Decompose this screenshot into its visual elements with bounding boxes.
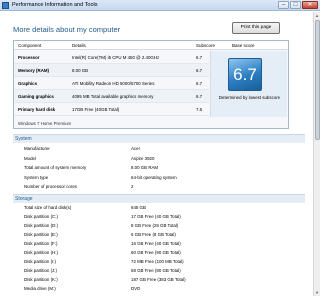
windows-edition: Windows 7 Home Premium	[18, 121, 72, 126]
base-score-caption: Determined by lowest subscore	[218, 95, 281, 100]
score-row-graphics: Graphics ATI Mobility Radeon HD 5000/570…	[14, 77, 209, 90]
system-value: Aspire 3920	[131, 156, 155, 161]
storage-label: Total size of hard disk(s)	[24, 205, 72, 210]
score-table: Component Details Subscore Base score Pr…	[13, 40, 289, 129]
system-value: 64-bit operating system	[131, 175, 177, 180]
score-row-gaming-graphics: Gaming graphics 4095 MB Total available …	[14, 90, 209, 103]
component-name: Primary hard disk	[18, 107, 56, 112]
section-header-storage: Storage	[13, 194, 305, 203]
page-heading: More details about my computer	[13, 25, 121, 34]
component-subscore: 6.7	[196, 81, 203, 86]
storage-value: 8 GB Free (28 GB Total)	[131, 223, 179, 228]
system-label: System type	[24, 175, 49, 180]
component-name: Memory (RAM)	[18, 68, 49, 73]
system-value: Acer	[131, 146, 141, 151]
minimize-button[interactable]: –	[278, 1, 289, 9]
storage-label: Disk partition (K:)	[24, 277, 58, 282]
system-label: Model	[24, 156, 36, 161]
window-controls: – □ ✕	[278, 1, 318, 9]
column-header-subscore: Subscore	[196, 43, 216, 48]
storage-label: Disk partition (J:)	[24, 268, 57, 273]
score-row-memory: Memory (RAM) 8.00 GB 6.7	[14, 64, 209, 77]
storage-label: Disk partition (F:)	[24, 241, 58, 246]
system-label: Total amount of system memory	[24, 165, 87, 170]
score-table-header: Component Details Subscore Base score	[14, 41, 288, 50]
storage-label: Disk partition (C:)	[24, 214, 58, 219]
close-button[interactable]: ✕	[302, 1, 318, 9]
storage-label: Disk partition (I:)	[24, 259, 56, 264]
storage-value: 72 MB Free (100 MB Total)	[131, 259, 184, 264]
storage-value: 645 GB	[131, 205, 146, 210]
component-subscore: 7.6	[196, 107, 203, 112]
storage-label: Disk partition (H:)	[24, 250, 58, 255]
score-row-primary-hard-disk: Primary hard disk 17GB Free (40GB Total)…	[14, 103, 209, 116]
component-name: Processor	[18, 55, 40, 60]
storage-label: Media drive (M:)	[24, 286, 56, 291]
component-details: 8.00 GB	[72, 68, 89, 73]
scroll-thumb[interactable]	[315, 20, 320, 140]
storage-value: DVD	[131, 286, 141, 291]
storage-value: 6 GB Free (8 GB Total)	[131, 232, 176, 237]
print-page-button[interactable]: Print this page	[232, 22, 280, 34]
column-header-component: Component	[18, 43, 42, 48]
component-subscore: 6.7	[196, 94, 203, 99]
title-bar: Performance Information and Tools – □ ✕	[0, 0, 320, 11]
column-header-base-score: Base score	[232, 43, 255, 48]
column-header-details: Details	[72, 43, 86, 48]
component-details: 17GB Free (40GB Total)	[72, 107, 120, 112]
score-row-processor: Processor Intel(R) Core(TM) i5 CPU M 450…	[14, 51, 209, 64]
storage-value: 60 GB Free (90 GB Total)	[131, 250, 181, 255]
component-details: 4095 MB Total available graphics memory	[72, 94, 154, 99]
storage-value: 16 GB Free (40 GB Total)	[131, 241, 181, 246]
app-icon	[2, 2, 9, 9]
system-label: Number of processor cores	[24, 184, 77, 189]
base-score-panel: 6.7 Determined by lowest subscore	[210, 51, 287, 117]
storage-value: 17 GB Free (40 GB Total)	[131, 214, 181, 219]
system-value: 2	[131, 184, 134, 189]
base-score-badge: 6.7	[228, 58, 262, 91]
storage-value: 187 GB Free (383 GB Total)	[131, 277, 186, 282]
storage-label: Disk partition (E:)	[24, 232, 58, 237]
vertical-scrollbar[interactable]: ▲ ▼	[313, 12, 320, 296]
component-name: Gaming graphics	[18, 94, 54, 99]
system-label: Manufacturer	[24, 146, 50, 151]
component-name: Graphics	[18, 81, 38, 86]
scroll-down-arrow-icon[interactable]: ▼	[314, 289, 320, 296]
storage-label: Disk partition (D:)	[24, 223, 58, 228]
maximize-button[interactable]: □	[290, 1, 301, 9]
window-title: Performance Information and Tools	[12, 2, 98, 8]
component-details: ATI Mobility Radeon HD 5000/5700 Series	[72, 81, 155, 86]
storage-value: 58 GB Free (80 GB Total)	[131, 268, 181, 273]
component-details: Intel(R) Core(TM) i5 CPU M 450 @ 2.40GHz	[72, 55, 160, 60]
section-header-system: System	[13, 134, 305, 143]
scroll-up-arrow-icon[interactable]: ▲	[314, 12, 320, 19]
component-subscore: 6.7	[196, 68, 203, 73]
system-value: 8.00 GB RAM	[131, 165, 159, 170]
component-subscore: 6.7	[196, 55, 203, 60]
